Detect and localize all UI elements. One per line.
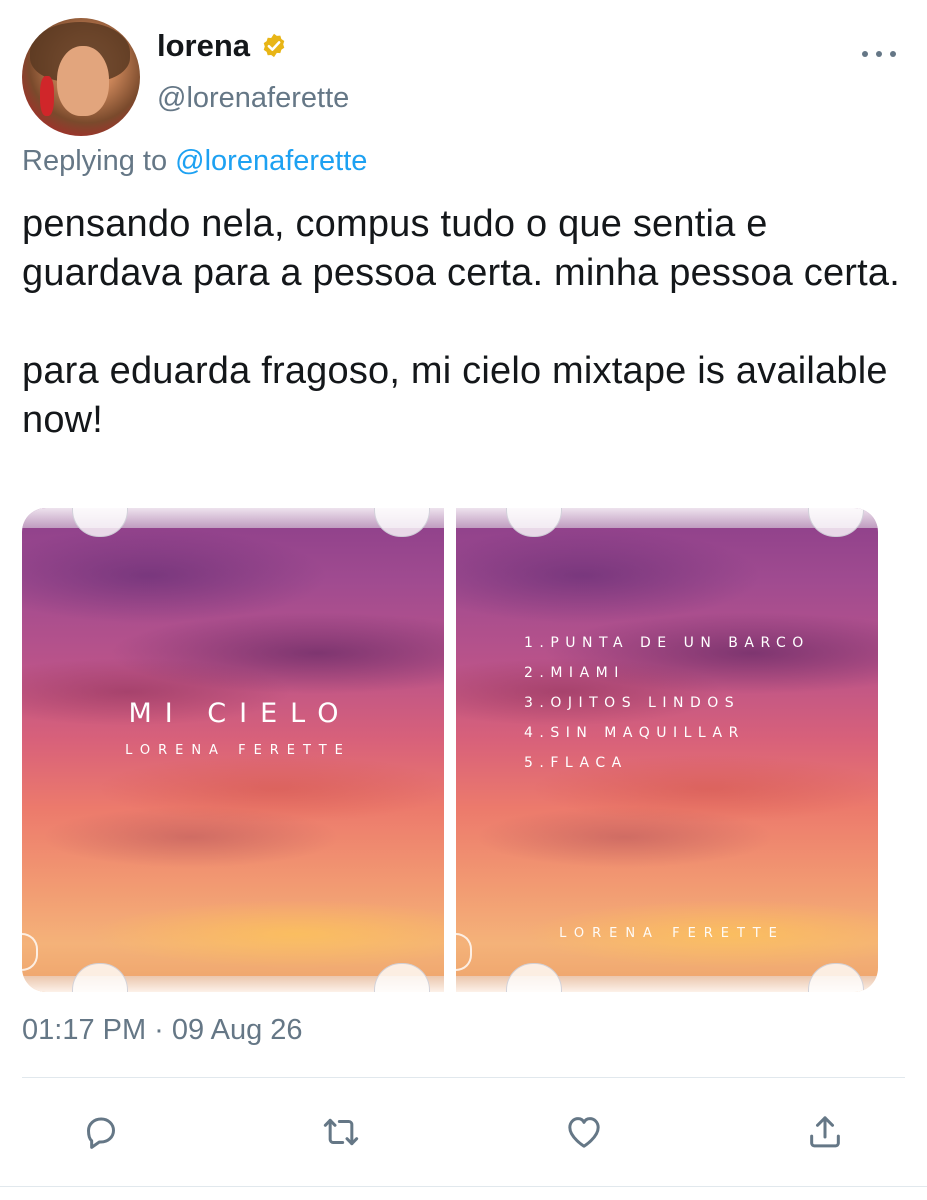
avatar[interactable]	[22, 18, 140, 136]
album-front-cover[interactable]: MI CIELO LORENA FERETTE	[22, 508, 444, 992]
track-item: 3.OJITOS LINDOS	[524, 695, 741, 711]
user-handle[interactable]: @lorenaferette	[157, 82, 349, 115]
case-tab	[808, 963, 864, 992]
back-cover-artist: LORENA FERETTE	[559, 926, 785, 941]
tweet-detail: lorena @lorenaferette Replying to @loren…	[0, 0, 927, 1200]
retweet-button[interactable]	[319, 1110, 363, 1154]
tweet-text: pensando nela, compus tudo o que sentia …	[22, 203, 900, 441]
case-tab	[72, 963, 128, 992]
action-bar	[0, 1110, 927, 1154]
case-tab	[506, 508, 562, 537]
track-item: 4.SIN MAQUILLAR	[524, 725, 745, 741]
album-artist: LORENA FERETTE	[125, 743, 351, 758]
tweet-timestamp[interactable]: 01:17 PM · 09 Aug 26	[22, 1014, 303, 1047]
case-tab	[506, 963, 562, 992]
replying-prefix: Replying to	[22, 145, 168, 177]
media-grid: MI CIELO LORENA FERETTE 1.PUNTA DE UN BA…	[22, 508, 878, 992]
author-name-row[interactable]: lorena	[157, 28, 288, 64]
display-name[interactable]: lorena	[157, 28, 250, 64]
replying-to: Replying to @lorenaferette	[22, 145, 367, 178]
track-item: 5.FLACA	[524, 755, 628, 771]
like-button[interactable]	[562, 1110, 606, 1154]
case-tab	[374, 508, 430, 537]
share-button[interactable]	[803, 1110, 847, 1154]
verified-badge-icon	[263, 33, 285, 58]
divider	[22, 1077, 905, 1078]
album-title: MI CIELO	[128, 698, 352, 729]
label-logo-icon	[22, 933, 38, 971]
case-tab	[72, 508, 128, 537]
avatar-earring	[40, 76, 54, 116]
divider	[0, 1186, 927, 1187]
reply-button[interactable]	[79, 1110, 123, 1154]
avatar-face	[57, 46, 109, 116]
like-icon	[568, 1117, 600, 1148]
more-options-icon[interactable]	[862, 44, 896, 64]
case-tab	[374, 963, 430, 992]
track-item: 2.MIAMI	[524, 665, 625, 681]
case-tab	[808, 508, 864, 537]
album-back-cover[interactable]: 1.PUNTA DE UN BARCO 2.MIAMI 3.OJITOS LIN…	[456, 508, 878, 992]
track-item: 1.PUNTA DE UN BARCO	[524, 635, 810, 651]
tracklist: 1.PUNTA DE UN BARCO 2.MIAMI 3.OJITOS LIN…	[524, 628, 810, 778]
retweet-icon	[323, 1118, 359, 1146]
reply-icon	[87, 1117, 115, 1149]
share-icon	[810, 1116, 840, 1148]
reply-mention-link[interactable]: @lorenaferette	[175, 145, 367, 177]
